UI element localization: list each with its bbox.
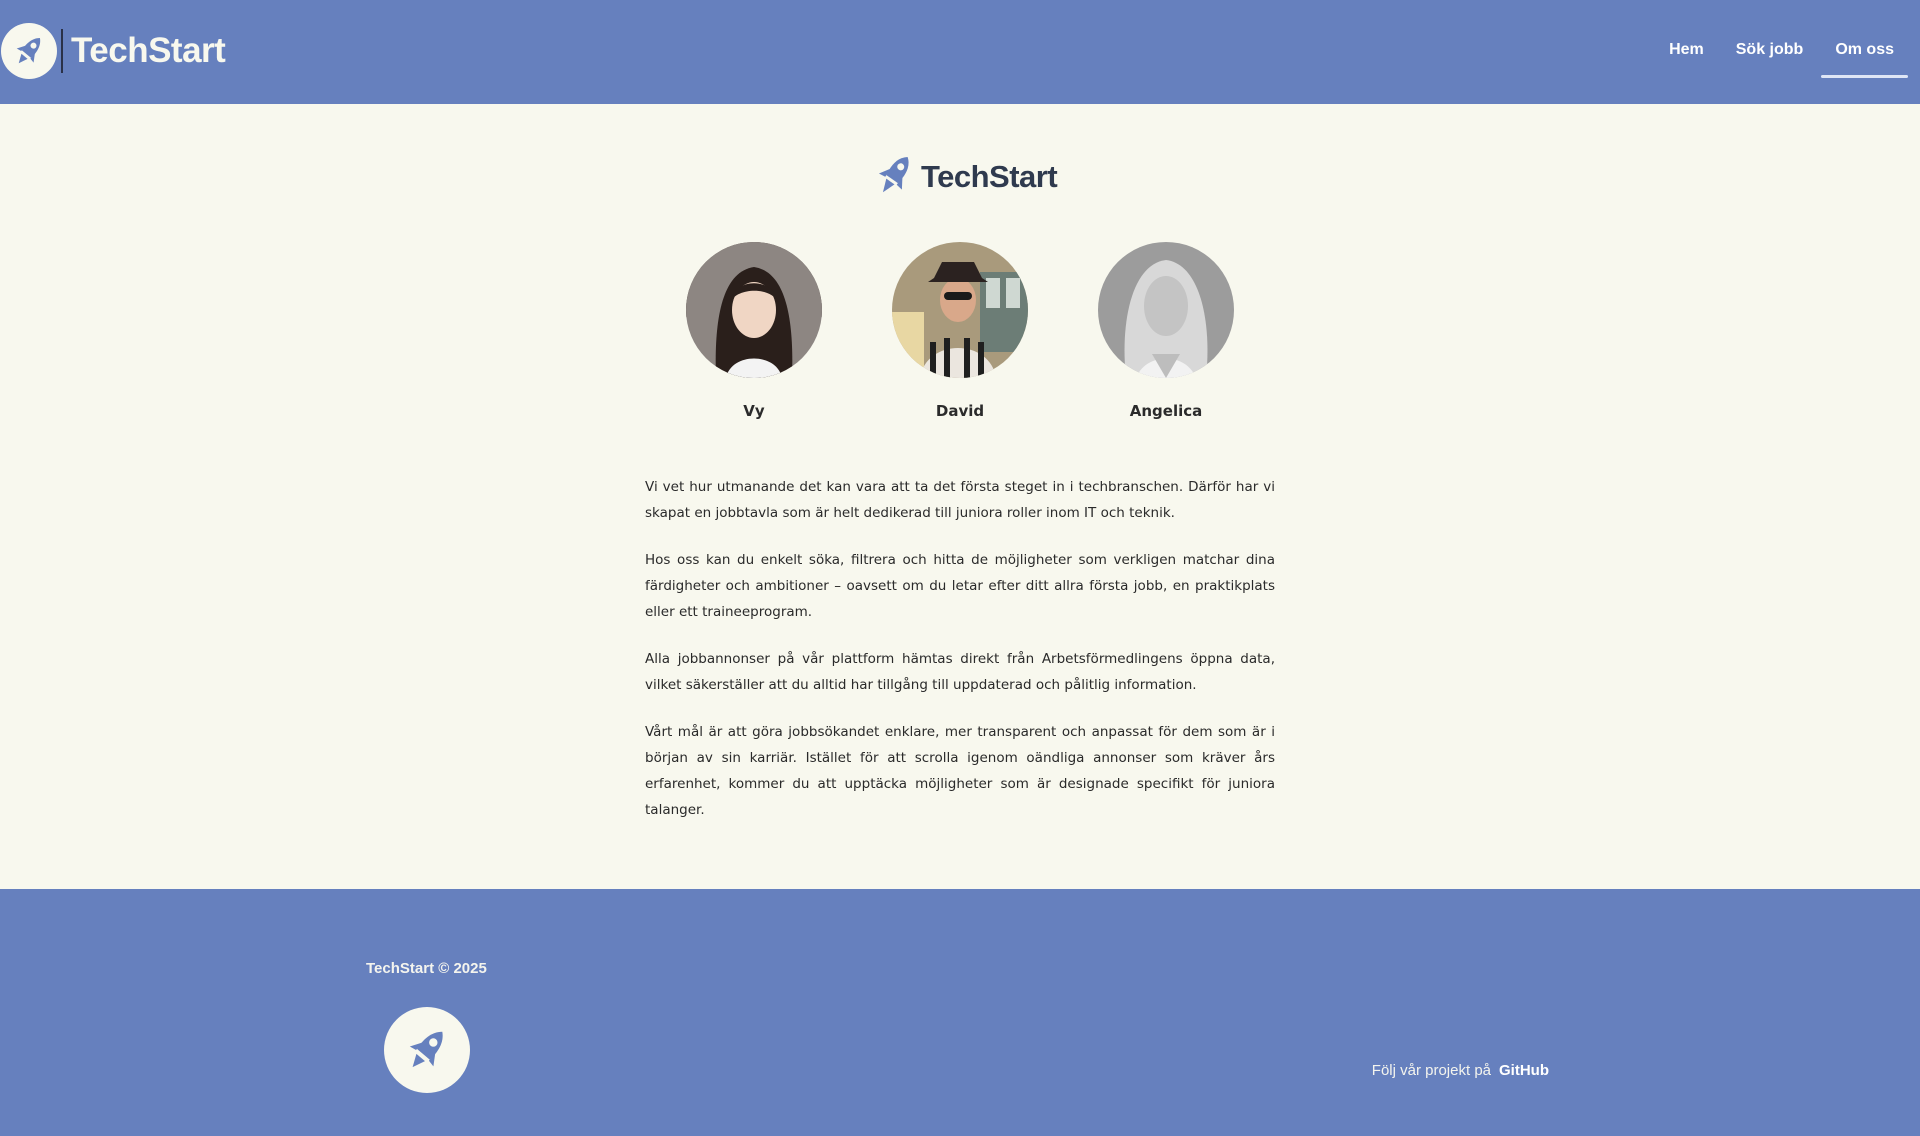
avatar <box>892 242 1028 378</box>
team-section: Vy David Angelica <box>0 242 1920 420</box>
avatar <box>1098 242 1234 378</box>
main-content: TechStart Vy David Angelica Vi vet hur u… <box>0 104 1920 889</box>
site-footer: TechStart © 2025 Följ vår projekt på GitH… <box>0 889 1920 1136</box>
member-name: Vy <box>743 402 765 420</box>
github-link[interactable]: GitHub <box>1499 1062 1549 1079</box>
member-name: Angelica <box>1129 402 1203 420</box>
rocket-icon <box>873 150 917 204</box>
hero-brand-name: TechStart <box>921 159 1058 194</box>
member-name: David <box>935 402 985 420</box>
about-paragraph: Vårt mål är att göra jobbsökandet enklar… <box>645 724 1275 818</box>
footer-follow: Följ vår projekt på GitHub <box>1372 1062 1549 1079</box>
about-paragraph: Hos oss kan du enkelt söka, filtrera och… <box>645 552 1275 620</box>
team-member: Angelica <box>1096 242 1236 420</box>
about-paragraph: Alla jobbannonser på vår plattform hämta… <box>645 651 1275 693</box>
main-nav: Hem Sök jobb Om oss <box>1651 0 1908 104</box>
footer-copyright: TechStart © 2025 <box>366 960 487 977</box>
rocket-icon <box>1 23 57 79</box>
logo-divider <box>61 29 63 73</box>
avatar <box>686 242 822 378</box>
nav-item-hem[interactable]: Hem <box>1655 0 1718 100</box>
site-header: TechStart Hem Sök jobb Om oss <box>0 0 1920 104</box>
about-paragraph: Vi vet hur utmanande det kan vara att ta… <box>645 479 1275 521</box>
about-text: Vi vet hur utmanande det kan vara att ta… <box>645 474 1275 844</box>
nav-item-sok-jobb[interactable]: Sök jobb <box>1722 0 1818 100</box>
nav-item-om-oss[interactable]: Om oss <box>1821 0 1908 100</box>
footer-follow-text: Följ vår projekt på <box>1371 1062 1491 1079</box>
header-brand-name: TechStart <box>71 31 226 70</box>
team-member: Vy <box>684 242 824 420</box>
header-brand-link[interactable]: TechStart <box>0 22 226 80</box>
hero-logo: TechStart <box>873 150 1058 204</box>
rocket-icon <box>384 1007 470 1093</box>
team-member: David <box>890 242 1030 420</box>
